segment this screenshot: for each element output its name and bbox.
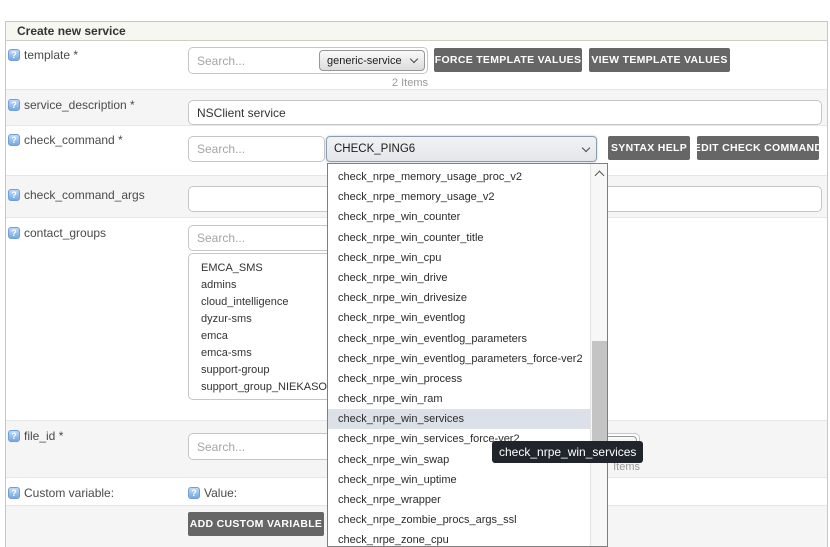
dropdown-option[interactable]: check_nrpe_win_eventlog_parameters bbox=[328, 329, 590, 349]
label-file-id: file_id * bbox=[24, 430, 63, 443]
syntax-help-button[interactable]: SYNTAX HELP bbox=[608, 136, 690, 160]
dropdown-option[interactable]: check_nrpe_wrapper bbox=[328, 490, 590, 510]
check-command-dropdown: check_nrpe_memory_usage_proc_v2check_nrp… bbox=[327, 163, 608, 547]
dropdown-option[interactable]: check_nrpe_win_cpu bbox=[328, 248, 590, 268]
service-description-field-wrap bbox=[188, 100, 822, 125]
label-service-description: service_description * bbox=[24, 99, 135, 112]
dropdown-option[interactable]: check_nrpe_zombie_procs_args_ssl bbox=[328, 510, 590, 530]
help-icon[interactable]: ? bbox=[8, 189, 20, 201]
dropdown-option[interactable]: check_nrpe_win_drive bbox=[328, 268, 590, 288]
chevron-down-icon bbox=[582, 143, 590, 151]
edit-check-command-button[interactable]: EDIT CHECK COMMAND bbox=[697, 136, 819, 160]
help-icon[interactable]: ? bbox=[8, 99, 20, 111]
check-command-search-wrap bbox=[188, 136, 325, 162]
dropdown-option[interactable]: check_nrpe_win_eventlog bbox=[328, 308, 590, 328]
file-id-search-input[interactable] bbox=[189, 434, 317, 459]
label-check-command-args: check_command_args bbox=[24, 189, 145, 202]
add-custom-variable-button[interactable]: ADD CUSTOM VARIABLE bbox=[188, 512, 324, 536]
help-icon[interactable]: ? bbox=[8, 134, 20, 146]
chevron-down-icon bbox=[410, 55, 418, 63]
dropdown-option[interactable]: check_nrpe_win_counter_title bbox=[328, 228, 590, 248]
template-select-value: generic-service bbox=[327, 55, 402, 67]
panel-header: Create new service bbox=[6, 22, 827, 41]
template-search-input[interactable] bbox=[189, 48, 317, 73]
dropdown-option[interactable]: check_nrpe_win_counter bbox=[328, 207, 590, 227]
dropdown-option[interactable]: check_nrpe_memory_usage_proc_v2 bbox=[328, 167, 590, 187]
force-template-values-button[interactable]: FORCE TEMPLATE VALUES bbox=[434, 48, 582, 72]
dropdown-option[interactable]: check_nrpe_win_eventlog_parameters_force… bbox=[328, 349, 590, 369]
scrollbar-thumb[interactable] bbox=[592, 341, 607, 448]
dropdown-option[interactable]: check_nrpe_win_uptime bbox=[328, 470, 590, 490]
dropdown-option[interactable]: check_nrpe_win_process bbox=[328, 369, 590, 389]
template-select[interactable]: generic-service bbox=[319, 50, 425, 71]
option-tooltip: check_nrpe_win_services bbox=[492, 441, 643, 463]
label-custom-variable-value: Value: bbox=[204, 487, 237, 500]
check-command-search-input[interactable] bbox=[189, 137, 324, 161]
template-search-combo: generic-service bbox=[188, 47, 428, 74]
label-custom-variable: Custom variable: bbox=[24, 487, 114, 500]
dropdown-option[interactable]: check_nrpe_win_ram bbox=[328, 389, 590, 409]
check-command-dropdown-list: check_nrpe_memory_usage_proc_v2check_nrp… bbox=[328, 164, 590, 546]
help-icon[interactable]: ? bbox=[8, 487, 20, 499]
help-icon[interactable]: ? bbox=[8, 430, 20, 442]
page-title: Create new service bbox=[17, 24, 126, 38]
help-icon[interactable]: ? bbox=[8, 49, 20, 61]
view-template-values-button[interactable]: VIEW TEMPLATE VALUES bbox=[589, 48, 730, 72]
label-check-command: check_command * bbox=[24, 134, 123, 147]
dropdown-option[interactable]: check_nrpe_win_services bbox=[328, 409, 590, 429]
scrollbar-up-arrow-icon[interactable] bbox=[591, 164, 608, 182]
template-items-count: 2 Items bbox=[188, 77, 428, 89]
dropdown-scrollbar[interactable] bbox=[590, 164, 607, 546]
check-command-select-value: CHECK_PING6 bbox=[334, 143, 415, 155]
dropdown-option[interactable]: check_nrpe_win_drivesize bbox=[328, 288, 590, 308]
check-command-select[interactable]: CHECK_PING6 bbox=[326, 136, 597, 162]
label-template: template * bbox=[24, 49, 78, 62]
dropdown-option[interactable]: check_nrpe_zone_cpu bbox=[328, 530, 590, 546]
label-contact-groups: contact_groups bbox=[24, 227, 106, 240]
help-icon[interactable]: ? bbox=[8, 227, 20, 239]
service-description-input[interactable] bbox=[189, 101, 821, 124]
help-icon[interactable]: ? bbox=[188, 487, 200, 499]
dropdown-option[interactable]: check_nrpe_memory_usage_v2 bbox=[328, 187, 590, 207]
